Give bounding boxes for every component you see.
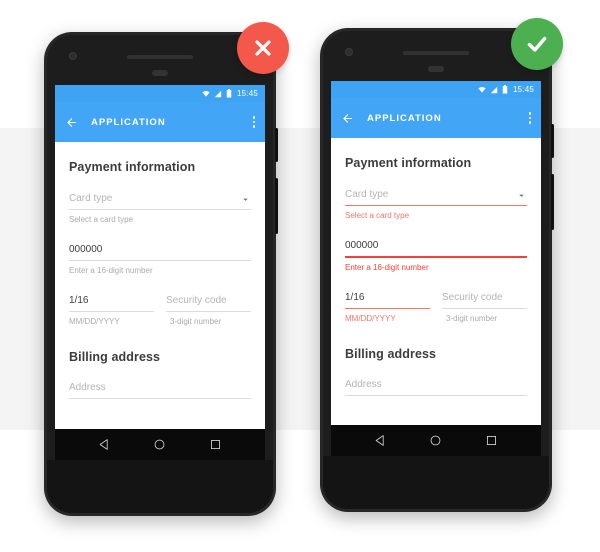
chevron-down-icon[interactable] xyxy=(240,194,251,205)
expiration-date-value[interactable]: 1/16 xyxy=(69,295,154,311)
status-bar-time: 15:45 xyxy=(512,85,534,94)
field-row-expiry-security: 1/16 MM/DD/YYYY Security code 3-digit nu… xyxy=(345,292,527,323)
device-chin xyxy=(47,460,273,513)
overflow-menu-icon[interactable] xyxy=(252,116,255,128)
status-bar: 15:45 xyxy=(55,85,265,102)
success-badge xyxy=(511,18,563,70)
screen-dont: 15:45 APPLICATION Payment information Ca… xyxy=(55,85,265,460)
address-value[interactable]: Address xyxy=(69,382,251,398)
card-type-value[interactable]: Card type xyxy=(345,189,527,205)
expiration-date-helper: MM/DD/YYYY xyxy=(69,317,120,326)
front-camera-icon xyxy=(345,48,353,56)
signal-icon xyxy=(214,90,222,97)
billing-address-heading: Billing address xyxy=(69,350,161,364)
card-number-helper: Enter a 16-digit number xyxy=(69,266,153,275)
screen-do: 15:45 APPLICATION Payment information Ca… xyxy=(331,81,541,456)
security-code-value[interactable]: Security code xyxy=(166,295,251,311)
address-underline xyxy=(345,394,527,396)
payment-information-heading: Payment information xyxy=(345,156,472,170)
app-bar: APPLICATION xyxy=(331,98,541,138)
nav-recents-square-icon[interactable] xyxy=(485,434,498,447)
nav-back-triangle-icon[interactable] xyxy=(374,434,387,447)
security-code-helper: 3-digit number xyxy=(170,317,222,326)
front-camera-icon xyxy=(69,52,77,60)
expiration-date-value[interactable]: 1/16 xyxy=(345,292,430,308)
card-number-error-message: Enter a 16-digit number xyxy=(345,262,429,272)
field-card-type[interactable]: Card type Select a card type xyxy=(345,189,527,220)
address-value[interactable]: Address xyxy=(345,379,527,395)
status-bar-time: 15:45 xyxy=(236,89,258,98)
app-bar-title: APPLICATION xyxy=(91,116,166,128)
card-type-value[interactable]: Card type xyxy=(69,193,251,209)
battery-icon xyxy=(502,85,508,94)
power-button[interactable] xyxy=(275,128,278,162)
field-card-number[interactable]: 000000 Enter a 16-digit number xyxy=(69,244,251,275)
field-address[interactable]: Address xyxy=(69,382,251,399)
comparison-stage: 15:45 APPLICATION Payment information Ca… xyxy=(0,0,600,552)
check-icon xyxy=(527,36,547,52)
form-content: Payment information Card type Select a c… xyxy=(55,142,265,429)
field-security-code[interactable]: Security code 3-digit number xyxy=(442,292,527,323)
card-number-value[interactable]: 000000 xyxy=(69,244,251,260)
device-do: 15:45 APPLICATION Payment information Ca… xyxy=(320,28,554,512)
payment-information-heading: Payment information xyxy=(69,160,196,174)
status-bar: 15:45 xyxy=(331,81,541,98)
card-type-helper: Select a card type xyxy=(69,215,134,224)
power-button[interactable] xyxy=(551,124,554,158)
device-dont: 15:45 APPLICATION Payment information Ca… xyxy=(44,32,278,516)
proximity-sensor xyxy=(428,66,444,72)
address-underline xyxy=(69,398,251,399)
field-security-code[interactable]: Security code 3-digit number xyxy=(166,295,251,326)
device-bezel: 15:45 APPLICATION Payment information Ca… xyxy=(323,31,549,509)
earpiece-speaker xyxy=(127,55,193,59)
field-card-number[interactable]: 000000 Enter a 16-digit number xyxy=(345,240,527,272)
signal-icon xyxy=(490,86,498,93)
nav-bar xyxy=(55,429,265,460)
wifi-icon xyxy=(202,90,210,97)
proximity-sensor xyxy=(152,70,168,76)
form-content: Payment information Card type Select a c… xyxy=(331,138,541,425)
security-code-helper: 3-digit number xyxy=(446,313,498,323)
field-address[interactable]: Address xyxy=(345,379,527,396)
nav-home-circle-icon[interactable] xyxy=(429,434,442,447)
expiration-date-error-message: MM/DD/YYYY xyxy=(345,313,396,323)
field-expiration-date[interactable]: 1/16 MM/DD/YYYY xyxy=(69,295,154,326)
field-row-expiry-security: 1/16 MM/DD/YYYY Security code 3-digit nu… xyxy=(69,295,251,326)
nav-back-triangle-icon[interactable] xyxy=(98,438,111,451)
field-expiration-date[interactable]: 1/16 MM/DD/YYYY xyxy=(345,292,430,323)
overflow-menu-icon[interactable] xyxy=(528,112,531,124)
nav-recents-square-icon[interactable] xyxy=(209,438,222,451)
card-type-error-message: Select a card type xyxy=(345,211,410,221)
card-number-value[interactable]: 000000 xyxy=(345,240,527,256)
close-x-icon xyxy=(255,40,271,56)
volume-button[interactable] xyxy=(551,174,554,230)
nav-home-circle-icon[interactable] xyxy=(153,438,166,451)
arrow-back-icon[interactable] xyxy=(341,112,354,125)
arrow-back-icon[interactable] xyxy=(65,116,78,129)
field-card-type[interactable]: Card type Select a card type xyxy=(69,193,251,224)
fail-badge xyxy=(237,22,289,74)
billing-address-heading: Billing address xyxy=(345,346,437,361)
app-bar-title: APPLICATION xyxy=(367,112,442,124)
chevron-down-icon[interactable] xyxy=(516,190,527,201)
device-bezel: 15:45 APPLICATION Payment information Ca… xyxy=(47,35,273,513)
wifi-icon xyxy=(478,86,486,93)
app-bar: APPLICATION xyxy=(55,102,265,142)
earpiece-speaker xyxy=(403,51,469,55)
security-code-value[interactable]: Security code xyxy=(442,292,527,308)
device-chin xyxy=(323,456,549,509)
volume-button[interactable] xyxy=(275,178,278,234)
battery-icon xyxy=(226,89,232,98)
nav-bar xyxy=(331,425,541,456)
